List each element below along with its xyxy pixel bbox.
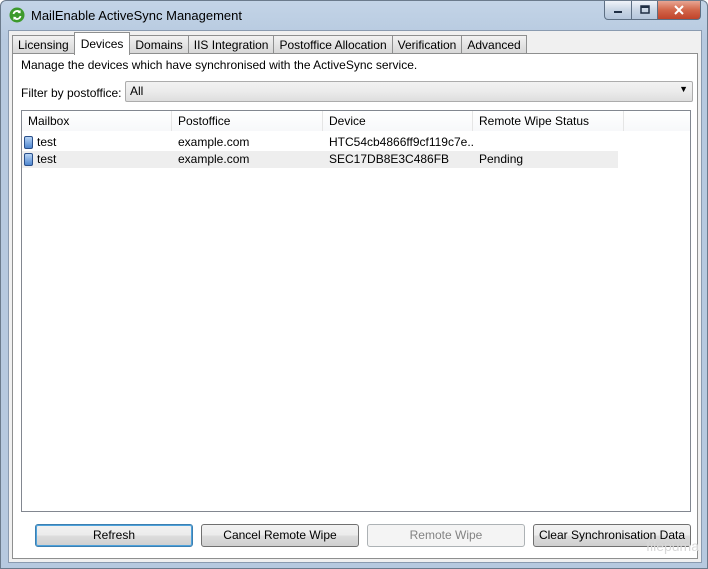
minimize-icon bbox=[614, 11, 622, 13]
mailbox-text: test bbox=[37, 152, 57, 166]
tab-domains[interactable]: Domains bbox=[129, 35, 189, 54]
app-window: MailEnable ActiveSync Management Licensi… bbox=[0, 0, 708, 569]
close-button[interactable] bbox=[658, 1, 701, 20]
column-header-remote-wipe-status[interactable]: Remote Wipe Status bbox=[473, 111, 624, 131]
tab-devices[interactable]: Devices bbox=[73, 32, 131, 55]
chevron-down-icon: ▼ bbox=[679, 84, 688, 94]
cell-status: Pending bbox=[479, 152, 524, 166]
cell-status bbox=[473, 134, 618, 151]
column-header-mailbox[interactable]: Mailbox bbox=[22, 111, 172, 131]
window-title: MailEnable ActiveSync Management bbox=[31, 8, 243, 23]
maximize-icon bbox=[639, 5, 650, 14]
cell-mailbox: test bbox=[22, 151, 172, 168]
maximize-button[interactable] bbox=[632, 1, 658, 20]
tab-licensing[interactable]: Licensing bbox=[12, 35, 75, 54]
column-header-filler bbox=[624, 111, 690, 131]
table-row[interactable]: test example.com SEC17DB8E3C486FB Pendin… bbox=[22, 151, 618, 168]
mobile-device-icon bbox=[24, 136, 33, 150]
remote-wipe-button[interactable]: Remote Wipe bbox=[367, 524, 525, 547]
tab-iis-integration[interactable]: IIS Integration bbox=[187, 35, 275, 54]
title-bar[interactable]: MailEnable ActiveSync Management bbox=[1, 1, 707, 29]
tab-postoffice-allocation[interactable]: Postoffice Allocation bbox=[273, 35, 393, 54]
tab-strip: Licensing Devices Domains IIS Integratio… bbox=[12, 32, 527, 55]
column-header-device[interactable]: Device bbox=[323, 111, 473, 131]
caption-buttons bbox=[604, 1, 701, 21]
postoffice-filter-value: All bbox=[130, 84, 144, 98]
page-description: Manage the devices which have synchronis… bbox=[21, 58, 418, 72]
watermark: filepuma bbox=[646, 538, 699, 554]
mobile-device-icon bbox=[24, 153, 33, 167]
refresh-sync-icon bbox=[9, 7, 25, 23]
tab-verification[interactable]: Verification bbox=[391, 35, 463, 54]
tab-advanced[interactable]: Advanced bbox=[461, 35, 527, 54]
refresh-button[interactable]: Refresh bbox=[35, 524, 193, 547]
list-header: Mailbox Postoffice Device Remote Wipe St… bbox=[22, 111, 690, 131]
table-row[interactable]: test example.com HTC54cb4866ff9cf119c7e.… bbox=[22, 134, 618, 151]
filter-label: Filter by postoffice: bbox=[21, 86, 122, 100]
cell-mailbox: test bbox=[22, 134, 172, 151]
close-icon bbox=[674, 5, 684, 15]
postoffice-filter-select[interactable]: All ▼ bbox=[125, 81, 693, 102]
cell-postoffice: example.com bbox=[178, 152, 250, 166]
cell-postoffice: example.com bbox=[178, 135, 250, 149]
cancel-remote-wipe-button[interactable]: Cancel Remote Wipe bbox=[201, 524, 359, 547]
minimize-button[interactable] bbox=[604, 1, 632, 20]
cell-device: HTC54cb4866ff9cf119c7e... bbox=[329, 135, 473, 149]
devices-list[interactable]: Mailbox Postoffice Device Remote Wipe St… bbox=[21, 110, 691, 512]
devices-tab-page: Manage the devices which have synchronis… bbox=[12, 53, 698, 559]
column-header-postoffice[interactable]: Postoffice bbox=[172, 111, 323, 131]
mailbox-text: test bbox=[37, 135, 57, 149]
cell-device: SEC17DB8E3C486FB bbox=[329, 152, 450, 166]
client-area: Licensing Devices Domains IIS Integratio… bbox=[8, 30, 702, 563]
